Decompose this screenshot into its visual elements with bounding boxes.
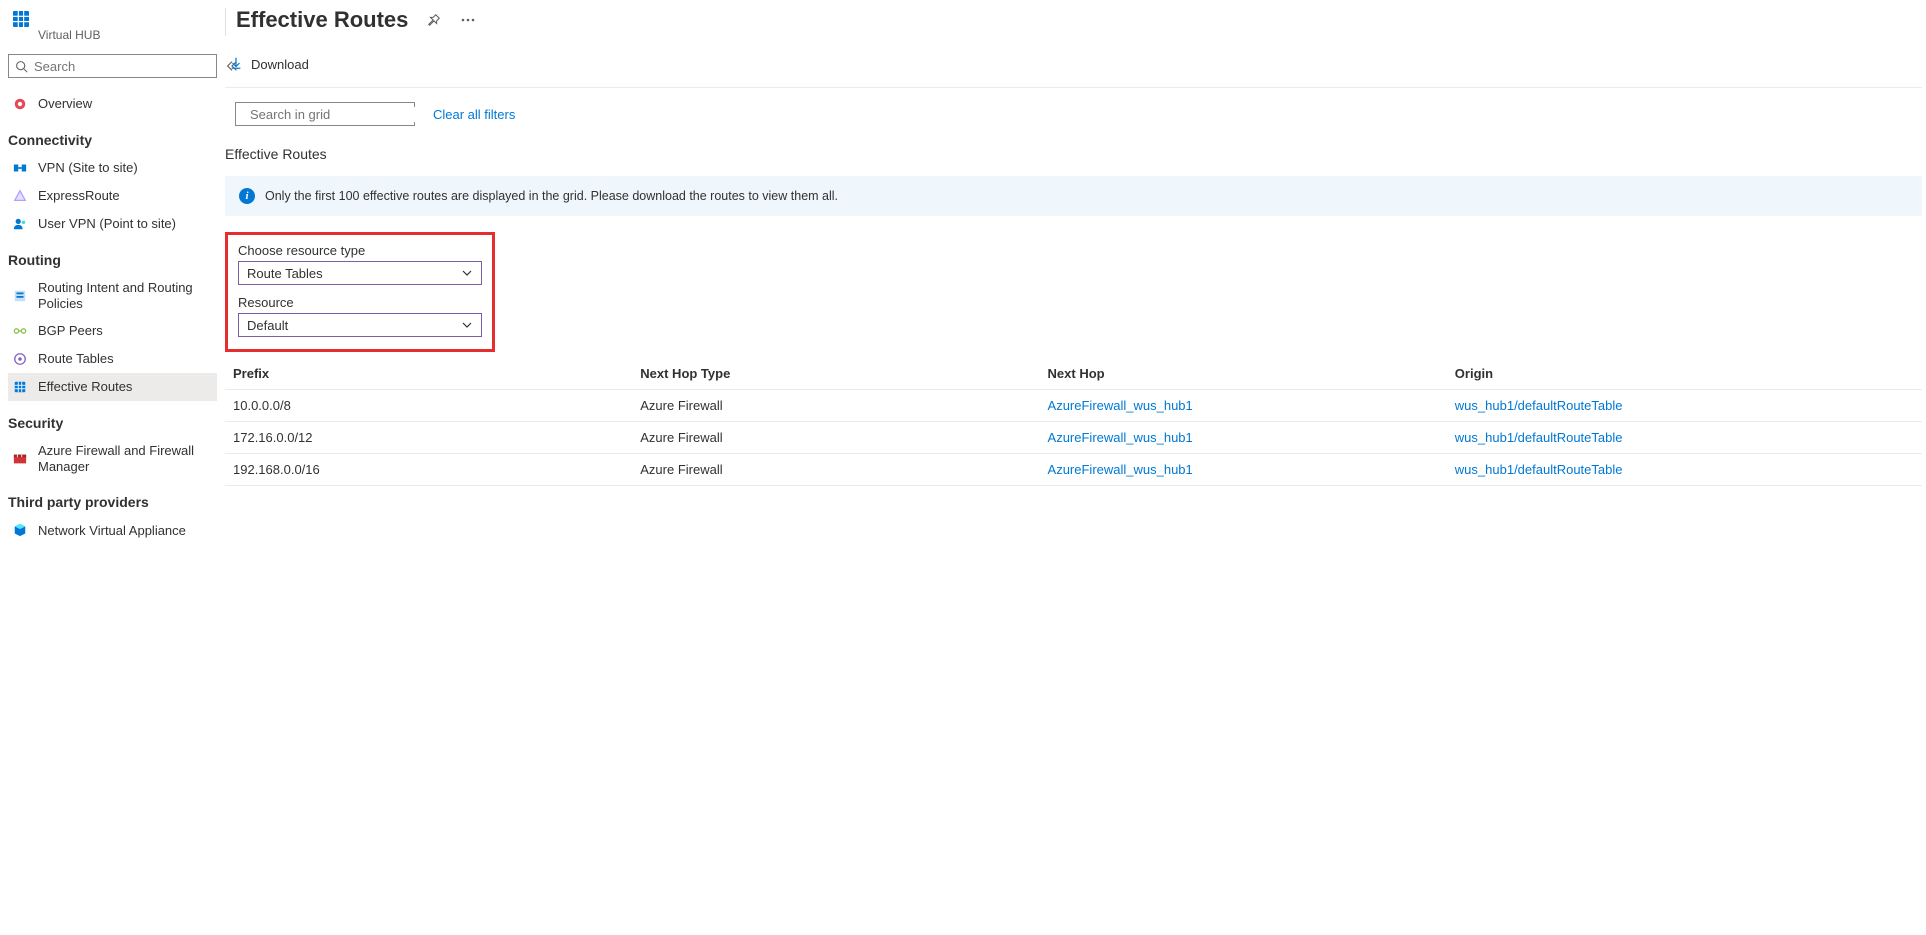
firewall-icon [12,451,28,467]
sidebar-item-vpn-site-to-site[interactable]: VPN (Site to site) [8,154,217,182]
sidebar-item-expressroute[interactable]: ExpressRoute [8,182,217,210]
resource-select[interactable]: Default [238,313,482,337]
sidebar-item-nva[interactable]: Network Virtual Appliance [8,516,217,544]
search-icon [15,60,28,73]
sidebar-item-label: User VPN (Point to site) [38,216,213,232]
table-row: 192.168.0.0/16 Azure Firewall AzureFirew… [225,454,1922,486]
sidebar-item-routing-intent[interactable]: Routing Intent and Routing Policies [8,274,217,317]
resource-selector-highlight: Choose resource type Route Tables Resour… [225,232,495,352]
more-actions-button[interactable] [454,6,482,34]
effective-routes-table: Prefix Next Hop Type Next Hop Origin 10.… [225,358,1922,486]
sidebar-item-label: Azure Firewall and Firewall Manager [38,443,213,474]
sidebar-item-label: Network Virtual Appliance [38,523,213,539]
cell-next-hop[interactable]: AzureFirewall_wus_hub1 [1040,422,1447,454]
cell-next-hop-type: Azure Firewall [632,390,1039,422]
overview-icon [12,96,28,112]
cell-next-hop-type: Azure Firewall [632,422,1039,454]
info-banner-text: Only the first 100 effective routes are … [265,189,838,203]
section-third-party: Third party providers [8,480,217,516]
sidebar-item-label: Overview [38,96,213,112]
cell-prefix: 10.0.0.0/8 [225,390,632,422]
sidebar-item-route-tables[interactable]: Route Tables [8,345,217,373]
grid-search-input[interactable] [244,107,426,122]
effective-routes-icon [12,379,28,395]
sidebar-item-effective-routes[interactable]: Effective Routes [8,373,217,401]
section-security: Security [8,401,217,437]
expressroute-icon [12,188,28,204]
page-title: Effective Routes [236,7,408,33]
sidebar-item-label: BGP Peers [38,323,213,339]
resource-header [8,0,217,28]
chevron-down-icon [461,267,473,279]
table-row: 172.16.0.0/12 Azure Firewall AzureFirewa… [225,422,1922,454]
grid-search[interactable] [235,102,415,126]
cell-origin[interactable]: wus_hub1/defaultRouteTable [1447,454,1922,486]
ellipsis-icon [461,18,475,22]
cell-origin[interactable]: wus_hub1/defaultRouteTable [1447,390,1922,422]
resource-type-label: Choose resource type [238,243,482,258]
resource-label: Resource [238,295,482,310]
download-label: Download [251,57,309,72]
sidebar-item-label: Route Tables [38,351,213,367]
resource-type-select[interactable]: Route Tables [238,261,482,285]
toolbar: Download [225,36,1922,88]
sidebar-item-user-vpn[interactable]: User VPN (Point to site) [8,210,217,238]
col-origin[interactable]: Origin [1447,358,1922,390]
clear-all-filters-link[interactable]: Clear all filters [433,107,515,122]
chevron-down-icon [461,319,473,331]
download-icon [229,56,243,73]
route-tables-icon [12,351,28,367]
info-icon: i [239,188,255,204]
routing-intent-icon [12,288,28,304]
main-content: Effective Routes [225,0,1926,935]
col-next-hop-type[interactable]: Next Hop Type [632,358,1039,390]
sidebar-item-label: VPN (Site to site) [38,160,213,176]
sidebar-search[interactable] [8,54,217,78]
cell-prefix: 192.168.0.0/16 [225,454,632,486]
info-banner: i Only the first 100 effective routes ar… [225,176,1922,216]
sidebar: Virtual HUB Overview Connectivity [0,0,225,935]
cell-next-hop[interactable]: AzureFirewall_wus_hub1 [1040,454,1447,486]
sidebar-item-label: ExpressRoute [38,188,213,204]
cell-prefix: 172.16.0.0/12 [225,422,632,454]
col-next-hop[interactable]: Next Hop [1040,358,1447,390]
sidebar-item-overview[interactable]: Overview [8,90,217,118]
sidebar-item-azure-firewall[interactable]: Azure Firewall and Firewall Manager [8,437,217,480]
sidebar-item-label: Effective Routes [38,379,213,395]
resource-subtitle: Virtual HUB [8,28,217,42]
pin-button[interactable] [420,6,448,34]
section-heading: Effective Routes [225,146,1922,162]
download-button[interactable]: Download [225,56,313,73]
cell-origin[interactable]: wus_hub1/defaultRouteTable [1447,422,1922,454]
user-vpn-icon [12,216,28,232]
sidebar-item-bgp-peers[interactable]: BGP Peers [8,317,217,345]
resource-type-value: Route Tables [247,266,323,281]
table-row: 10.0.0.0/8 Azure Firewall AzureFirewall_… [225,390,1922,422]
sidebar-item-label: Routing Intent and Routing Policies [38,280,213,311]
bgp-peers-icon [12,323,28,339]
cell-next-hop[interactable]: AzureFirewall_wus_hub1 [1040,390,1447,422]
sidebar-search-input[interactable] [28,59,210,74]
resource-value: Default [247,318,288,333]
title-divider [225,8,226,36]
vpn-icon [12,160,28,176]
col-prefix[interactable]: Prefix [225,358,632,390]
pin-icon [427,13,441,27]
section-routing: Routing [8,238,217,274]
section-connectivity: Connectivity [8,118,217,154]
cell-next-hop-type: Azure Firewall [632,454,1039,486]
route-table-resource-icon [12,10,30,28]
nva-icon [12,522,28,538]
